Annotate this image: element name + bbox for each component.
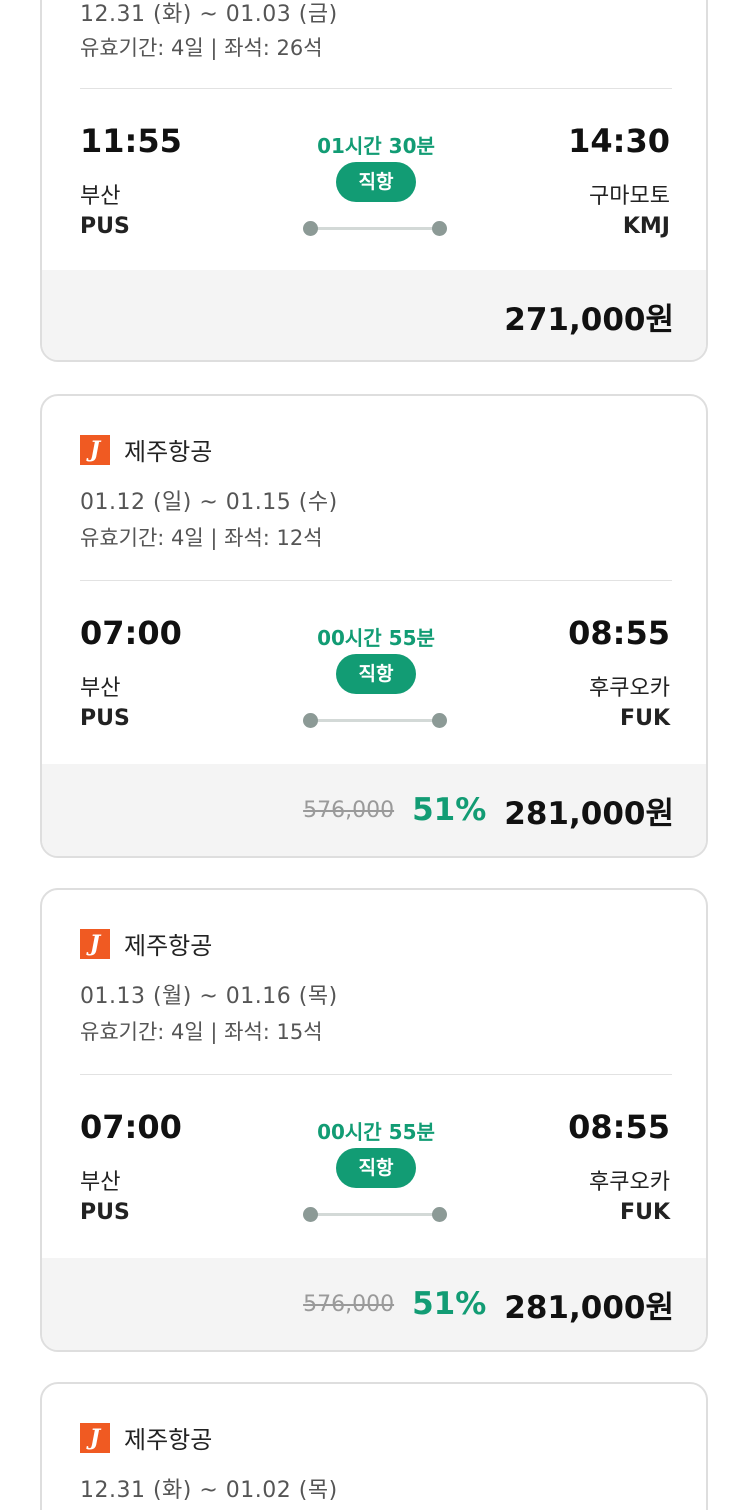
route-line [308,1213,442,1216]
route-line [308,227,442,230]
card-header: 12.31 (화) ~ 01.03 (금) 유효기간: 4일 | 좌석: 26석 [42,0,706,89]
arrival-code: KMJ [622,214,670,239]
departure-city: 부산 [80,676,121,701]
discount-rate: 51% [412,792,487,828]
flight-card[interactable]: 12.31 (화) ~ 01.03 (금) 유효기간: 4일 | 좌석: 26석… [40,0,708,362]
airline-name: 제주항공 [124,932,213,960]
validity-info: 유효기간: 4일 | 좌석: 12석 [80,526,323,550]
flight-card[interactable]: J 제주항공 01.13 (월) ~ 01.16 (목) 유효기간: 4일 | … [40,888,708,1352]
price-bar: 576,000 51% 281,000원 [42,764,706,856]
route-end-dot [432,713,447,728]
flight-card[interactable]: J 제주항공 12.31 (화) ~ 01.02 (목) [40,1382,708,1510]
departure-code: PUS [80,1200,130,1225]
arrival-time: 08:55 [568,1108,670,1146]
arrival-city: 후쿠오카 [589,676,670,701]
airline-row: J 제주항공 [80,1420,212,1455]
arrival-code: FUK [620,1200,670,1225]
direct-badge: 직항 [336,654,416,694]
departure-city: 부산 [80,1170,121,1195]
travel-dates: 01.13 (월) ~ 01.16 (목) [80,984,338,1009]
travel-dates: 12.31 (화) ~ 01.03 (금) [80,2,338,27]
card-header: J 제주항공 01.13 (월) ~ 01.16 (목) 유효기간: 4일 | … [42,890,706,1075]
arrival-city: 후쿠오카 [589,1170,670,1195]
validity-info: 유효기간: 4일 | 좌석: 15석 [80,1020,323,1044]
travel-dates: 01.12 (일) ~ 01.15 (수) [80,490,338,515]
arrival-time: 14:30 [568,122,670,160]
original-price: 576,000 [303,1291,395,1317]
flight-route: 07:00 부산 PUS 00시간 55분 직항 08:55 후쿠오카 FUK [42,580,706,764]
direct-badge: 직항 [336,1148,416,1188]
price: 271,000원 [504,301,674,338]
route-end-dot [432,1207,447,1222]
departure-code: PUS [80,214,130,239]
flight-list: 12.31 (화) ~ 01.03 (금) 유효기간: 4일 | 좌석: 26석… [0,0,750,1510]
route-line [308,719,442,722]
arrival-code: FUK [620,706,670,731]
departure-code: PUS [80,706,130,731]
airline-logo: J [80,928,110,959]
airline-name: 제주항공 [124,438,213,466]
airline-row: J 제주항공 [80,432,212,467]
arrival-time: 08:55 [568,614,670,652]
travel-dates: 12.31 (화) ~ 01.02 (목) [80,1478,338,1503]
direct-badge: 직항 [336,162,416,202]
route-end-dot [432,221,447,236]
arrival-city: 구마모토 [589,184,670,209]
price-bar: 271,000원 [42,270,706,360]
airline-row: J 제주항공 [80,926,212,961]
flight-card[interactable]: J 제주항공 01.12 (일) ~ 01.15 (수) 유효기간: 4일 | … [40,394,708,858]
airline-logo: J [80,434,110,465]
discount-rate: 51% [412,1286,487,1322]
card-header: J 제주항공 01.12 (일) ~ 01.15 (수) 유효기간: 4일 | … [42,396,706,581]
airline-logo: J [80,1422,110,1453]
flight-route: 07:00 부산 PUS 00시간 55분 직항 08:55 후쿠오카 FUK [42,1074,706,1258]
route-start-dot [303,1207,318,1222]
airline-name: 제주항공 [124,1426,213,1454]
route-start-dot [303,713,318,728]
price-bar: 576,000 51% 281,000원 [42,1258,706,1350]
flight-route: 11:55 부산 PUS 01시간 30분 직항 14:30 구마모토 KMJ [42,88,706,272]
route-start-dot [303,221,318,236]
price: 281,000원 [504,795,674,832]
card-header: J 제주항공 12.31 (화) ~ 01.02 (목) [42,1384,706,1510]
original-price: 576,000 [303,797,395,823]
price: 281,000원 [504,1289,674,1326]
validity-info: 유효기간: 4일 | 좌석: 26석 [80,36,323,60]
departure-city: 부산 [80,184,121,209]
